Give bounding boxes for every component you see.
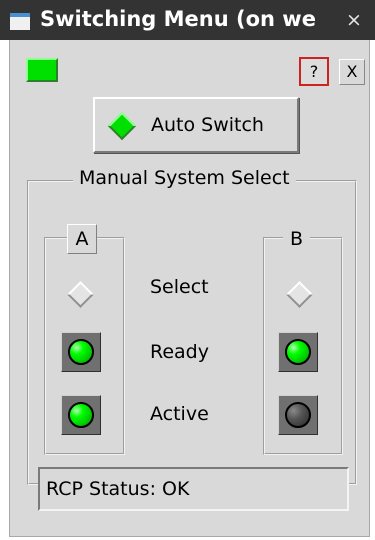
window-title: Switching Menu (on we [40, 7, 316, 31]
select-row-label: Select [150, 276, 209, 298]
auto-switch-button[interactable]: Auto Switch [93, 97, 299, 153]
close-button[interactable]: X [339, 59, 365, 85]
manual-system-select-title: Manual System Select [73, 167, 296, 189]
system-a-ready-lamp-icon [68, 339, 94, 365]
system-a-ready-light[interactable] [61, 332, 101, 372]
active-row-label: Active [150, 403, 209, 425]
system-b-ready-light[interactable] [278, 332, 318, 372]
ready-row-label: Ready [150, 341, 209, 363]
status-indicator-led [26, 58, 58, 82]
system-b-ready-lamp-icon [285, 339, 311, 365]
system-a-active-lamp-icon [68, 402, 94, 428]
auto-switch-diamond-icon [107, 111, 137, 141]
window-close-icon[interactable]: × [346, 9, 362, 31]
system-a-active-light[interactable] [61, 395, 101, 435]
rcp-status-field: RCP Status: OK [38, 467, 349, 511]
system-b-active-lamp-icon [285, 402, 311, 428]
help-button[interactable]: ? [299, 57, 329, 86]
system-a-label[interactable]: A [67, 224, 97, 254]
system-b-active-light[interactable] [278, 395, 318, 435]
window-icon [10, 13, 30, 30]
system-b-label: B [283, 228, 311, 250]
rcp-status-text: RCP Status: OK [46, 478, 190, 500]
window-titlebar[interactable]: Switching Menu (on we × [0, 0, 375, 40]
auto-switch-label: Auto Switch [151, 114, 264, 136]
